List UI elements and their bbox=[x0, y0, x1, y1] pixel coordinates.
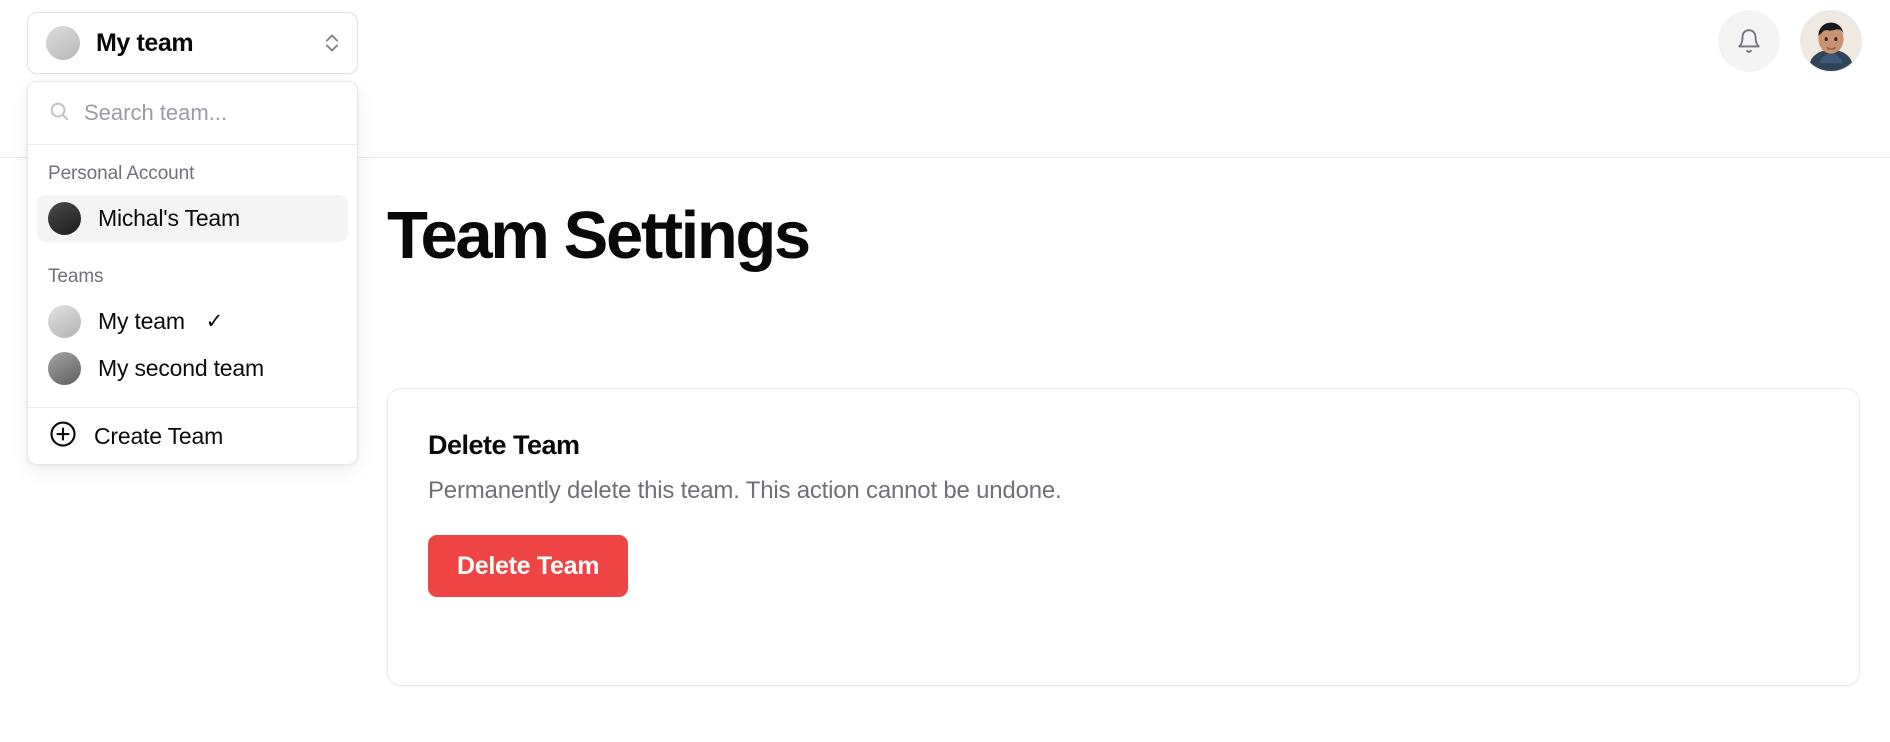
header-actions bbox=[1718, 10, 1862, 72]
list-item-label: Michal's Team bbox=[98, 205, 240, 231]
chevron-up-down-icon bbox=[323, 30, 341, 56]
create-team-label: Create Team bbox=[94, 422, 224, 449]
card-description: Permanently delete this team. This actio… bbox=[428, 477, 1062, 504]
search-icon bbox=[48, 100, 70, 127]
avatar[interactable] bbox=[1800, 10, 1862, 72]
bell-icon bbox=[1736, 28, 1762, 54]
check-icon: ✓ bbox=[205, 310, 224, 333]
app-root: My team Personal Account Michal's T bbox=[0, 0, 1890, 742]
group-label-personal: Personal Account bbox=[48, 163, 195, 184]
delete-team-card: Delete Team Permanently delete this team… bbox=[387, 388, 1860, 686]
team-avatar-icon bbox=[46, 26, 80, 60]
group-label-teams: Teams bbox=[48, 266, 104, 287]
team-avatar-icon bbox=[48, 305, 81, 338]
list-item-label: My second team bbox=[98, 355, 264, 381]
search-row bbox=[28, 82, 357, 145]
user-avatar-image bbox=[1801, 11, 1861, 71]
plus-circle-icon bbox=[48, 419, 78, 454]
list-item[interactable]: My second team bbox=[37, 345, 348, 392]
team-avatar-icon bbox=[48, 352, 81, 385]
list-item-label: My team bbox=[98, 308, 185, 334]
create-team-button[interactable]: Create Team bbox=[28, 408, 357, 464]
list-item[interactable]: My team ✓ bbox=[37, 298, 348, 345]
team-avatar-icon bbox=[48, 202, 81, 235]
team-switcher-label: My team bbox=[96, 28, 194, 57]
delete-team-button[interactable]: Delete Team bbox=[428, 535, 629, 597]
notifications-button[interactable] bbox=[1718, 10, 1780, 72]
dropdown-group-personal: Personal Account Michal's Team bbox=[28, 145, 357, 248]
list-item[interactable]: Michal's Team bbox=[37, 195, 348, 242]
card-title: Delete Team bbox=[428, 430, 580, 460]
dropdown-group-teams: Teams My team ✓ My second team bbox=[28, 248, 357, 398]
search-input[interactable] bbox=[84, 100, 337, 126]
page-title: Team Settings bbox=[387, 198, 811, 273]
team-switcher-dropdown: Personal Account Michal's Team Teams My … bbox=[27, 81, 358, 465]
team-switcher-button[interactable]: My team bbox=[27, 12, 358, 74]
